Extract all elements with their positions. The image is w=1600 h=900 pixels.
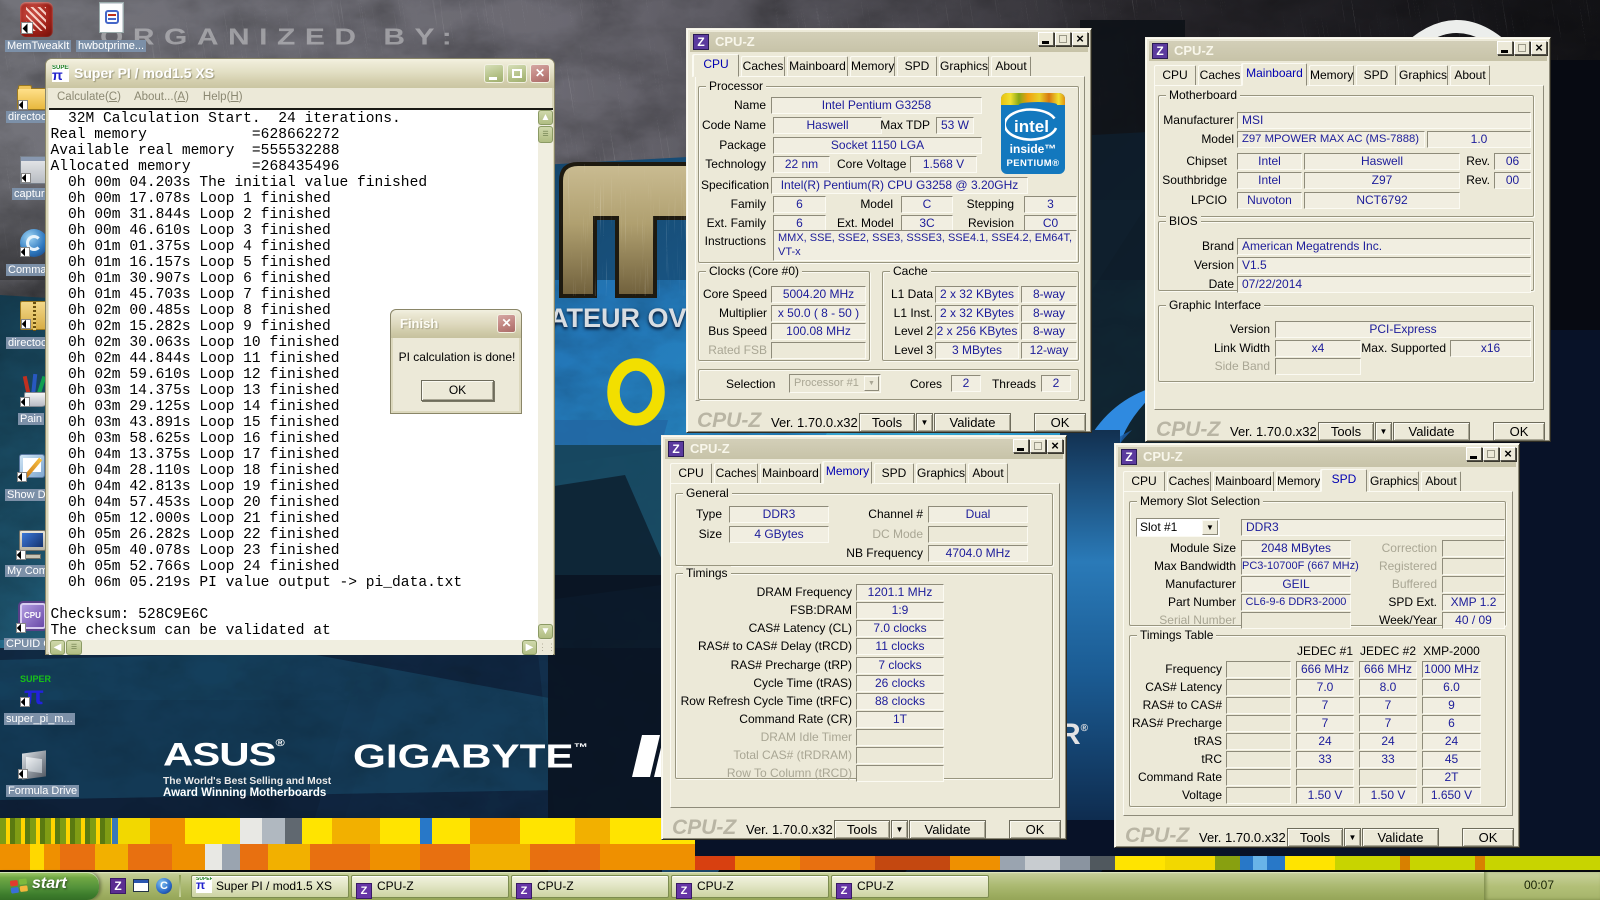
svg-text:intel: intel <box>1014 117 1049 136</box>
